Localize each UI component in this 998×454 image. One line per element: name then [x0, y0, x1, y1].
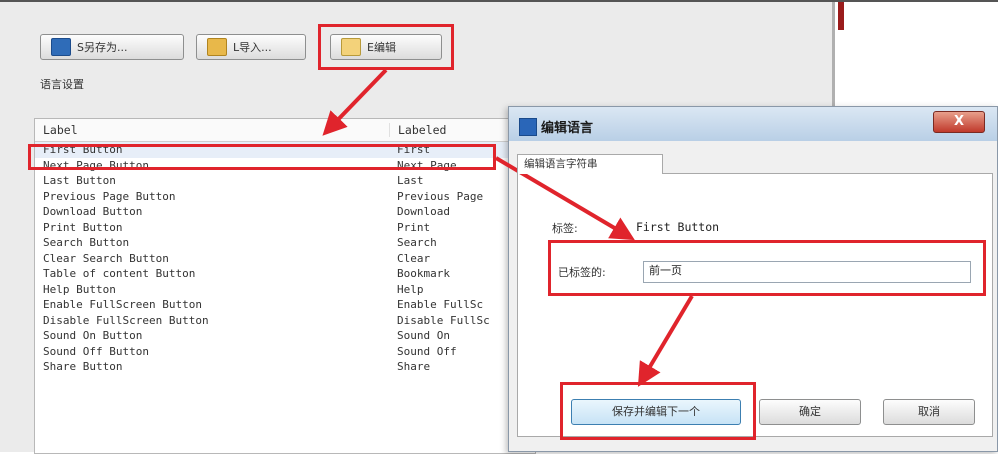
table-row[interactable]: Enable FullScreen Button Enable FullSc: [35, 297, 535, 313]
column-header-label[interactable]: Label: [35, 123, 389, 137]
highlight-edit-button: [318, 24, 454, 70]
cancel-button[interactable]: 取消: [883, 399, 975, 425]
table-row[interactable]: Search Button Search: [35, 235, 535, 251]
cell-label: Help Button: [43, 282, 116, 296]
app-icon: [519, 118, 537, 136]
table-row[interactable]: Last Button Last: [35, 173, 535, 189]
table-row[interactable]: Disable FullScreen Button Disable FullSc: [35, 313, 535, 329]
top-divider: [0, 0, 998, 2]
save-icon: [51, 38, 71, 56]
highlight-labeled-input: [548, 240, 986, 296]
dialog-title: 编辑语言: [541, 121, 594, 136]
table-row[interactable]: Help Button Help: [35, 282, 535, 298]
label-caption: 标签:: [552, 222, 578, 235]
highlight-first-row: [28, 144, 496, 170]
import-label: L导入...: [233, 41, 272, 54]
ok-button[interactable]: 确定: [759, 399, 861, 425]
cell-label: Last Button: [43, 174, 116, 188]
cell-label: Clear Search Button: [43, 251, 169, 265]
cell-label: Print Button: [43, 220, 123, 234]
tab-edit-strings[interactable]: 编辑语言字符串: [517, 154, 663, 174]
cell-label: Table of content Button: [43, 267, 196, 281]
dialog-titlebar[interactable]: 编辑语言 X: [509, 107, 997, 141]
cell-label: Search Button: [43, 236, 130, 250]
table-row[interactable]: Sound On Button Sound On: [35, 328, 535, 344]
import-button[interactable]: L导入...: [196, 34, 306, 60]
table-row[interactable]: Clear Search Button Clear: [35, 251, 535, 267]
cell-label: Enable FullScreen Button: [43, 298, 202, 312]
close-icon: X: [953, 114, 965, 129]
cell-label: Download Button: [43, 205, 143, 219]
table-row[interactable]: Download Button Download: [35, 204, 535, 220]
label-value: First Button: [636, 220, 720, 234]
folder-icon: [207, 38, 227, 56]
table-row[interactable]: Table of content Button Bookmark: [35, 266, 535, 282]
table-row[interactable]: Share Button Share: [35, 359, 535, 375]
scrollbar-mark: [838, 0, 844, 30]
cell-label: Sound Off Button: [43, 344, 149, 358]
table-row[interactable]: Print Button Print: [35, 220, 535, 236]
close-button[interactable]: X: [933, 111, 985, 133]
section-label: 语言设置: [40, 78, 84, 91]
save-as-label: S另存为...: [77, 41, 128, 54]
cell-label: Sound On Button: [43, 329, 143, 343]
save-as-button[interactable]: S另存为...: [40, 34, 184, 60]
table-row[interactable]: Previous Page Button Previous Page: [35, 189, 535, 205]
table-header: Label Labeled: [35, 119, 535, 142]
cell-label: Share Button: [43, 360, 123, 374]
table-row[interactable]: Sound Off Button Sound Off: [35, 344, 535, 360]
highlight-save-next-button: [560, 382, 756, 440]
cell-label: Previous Page Button: [43, 189, 176, 203]
cell-label: Disable FullScreen Button: [43, 313, 209, 327]
